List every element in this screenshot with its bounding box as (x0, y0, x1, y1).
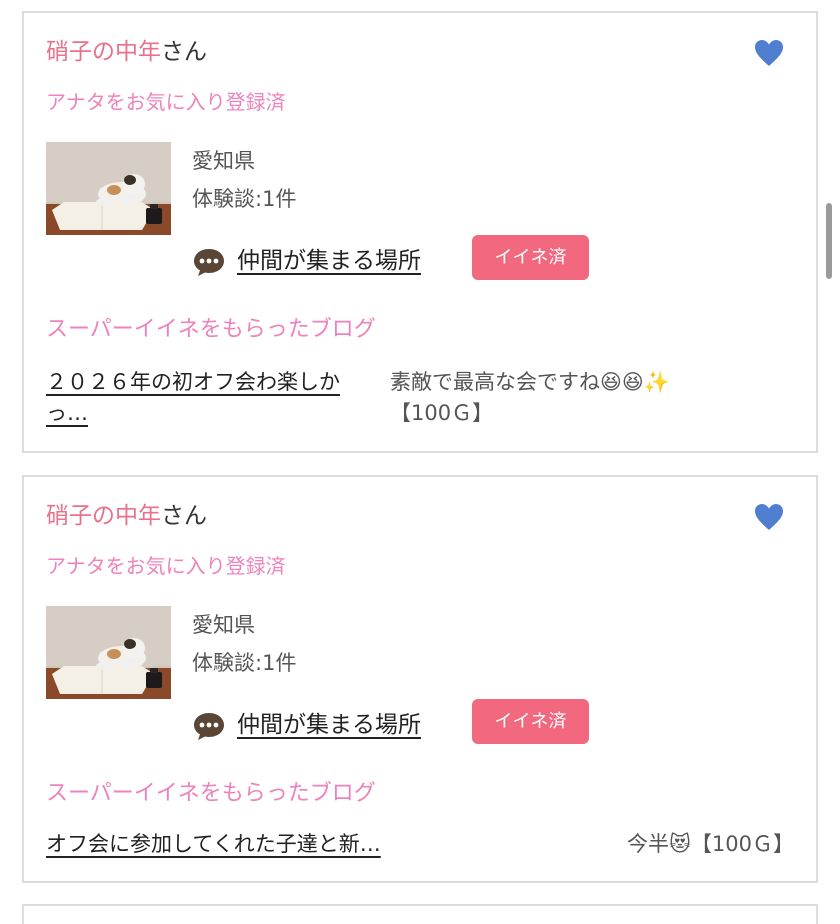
experience-value: 1件 (262, 187, 297, 211)
blog-reward: 【100Ｇ】 (390, 401, 494, 425)
favorite-status: アナタをお気に入り登録済 (46, 90, 286, 114)
user-card: 硝子の中年さん アナタをお気に入り登録済 愛知県 体験談:1件 仲間が集まる場所… (22, 11, 818, 453)
speech-bubble-icon (192, 247, 226, 277)
blog-title-link[interactable]: ２０２６年の初オフ会わ楽しかっ… (46, 367, 376, 429)
user-name[interactable]: 硝子の中年さん (46, 501, 207, 531)
user-name-suffix: さん (161, 39, 207, 65)
blog-reward: 【100Ｇ】 (690, 832, 794, 856)
prefecture: 愛知県 (192, 613, 255, 637)
blog-comment-text: 今半😻 (627, 832, 691, 856)
experience-value: 1件 (262, 651, 297, 675)
blog-comment: 今半😻【100Ｇ】 (594, 829, 794, 860)
scrollbar[interactable] (826, 203, 832, 279)
user-name-text[interactable]: 硝子の中年 (46, 39, 161, 65)
heart-icon[interactable] (754, 39, 784, 67)
like-status-badge[interactable]: イイネ済 (472, 699, 589, 744)
favorite-status: アナタをお気に入り登録済 (46, 554, 286, 578)
user-name[interactable]: 硝子の中年さん (46, 37, 207, 67)
experience-label: 体験談: (192, 187, 263, 211)
heart-icon[interactable] (754, 503, 784, 531)
super-like-blog-heading: スーパーイイネをもらったブログ (46, 781, 376, 806)
blog-title-link[interactable]: オフ会に参加してくれた子達と新… (46, 829, 466, 860)
avatar[interactable] (46, 142, 171, 235)
user-name-suffix: さん (161, 503, 207, 529)
blog-comment: 素敵で最高な会ですね😆😆✨ 【100Ｇ】 (390, 367, 790, 429)
experience-count: 体験談:1件 (192, 185, 296, 213)
like-status-badge[interactable]: イイネ済 (472, 235, 589, 280)
experience-label: 体験談: (192, 651, 263, 675)
user-card (22, 904, 818, 924)
blog-comment-text: 素敵で最高な会ですね😆😆✨ (390, 370, 670, 394)
prefecture: 愛知県 (192, 149, 255, 173)
avatar[interactable] (46, 606, 171, 699)
user-card: 硝子の中年さん アナタをお気に入り登録済 愛知県 体験談:1件 仲間が集まる場所… (22, 475, 818, 883)
community-link[interactable]: 仲間が集まる場所 (237, 709, 421, 741)
community-link[interactable]: 仲間が集まる場所 (237, 245, 421, 277)
super-like-blog-heading: スーパーイイネをもらったブログ (46, 317, 376, 342)
speech-bubble-icon (192, 711, 226, 741)
experience-count: 体験談:1件 (192, 649, 296, 677)
user-name-text[interactable]: 硝子の中年 (46, 503, 161, 529)
